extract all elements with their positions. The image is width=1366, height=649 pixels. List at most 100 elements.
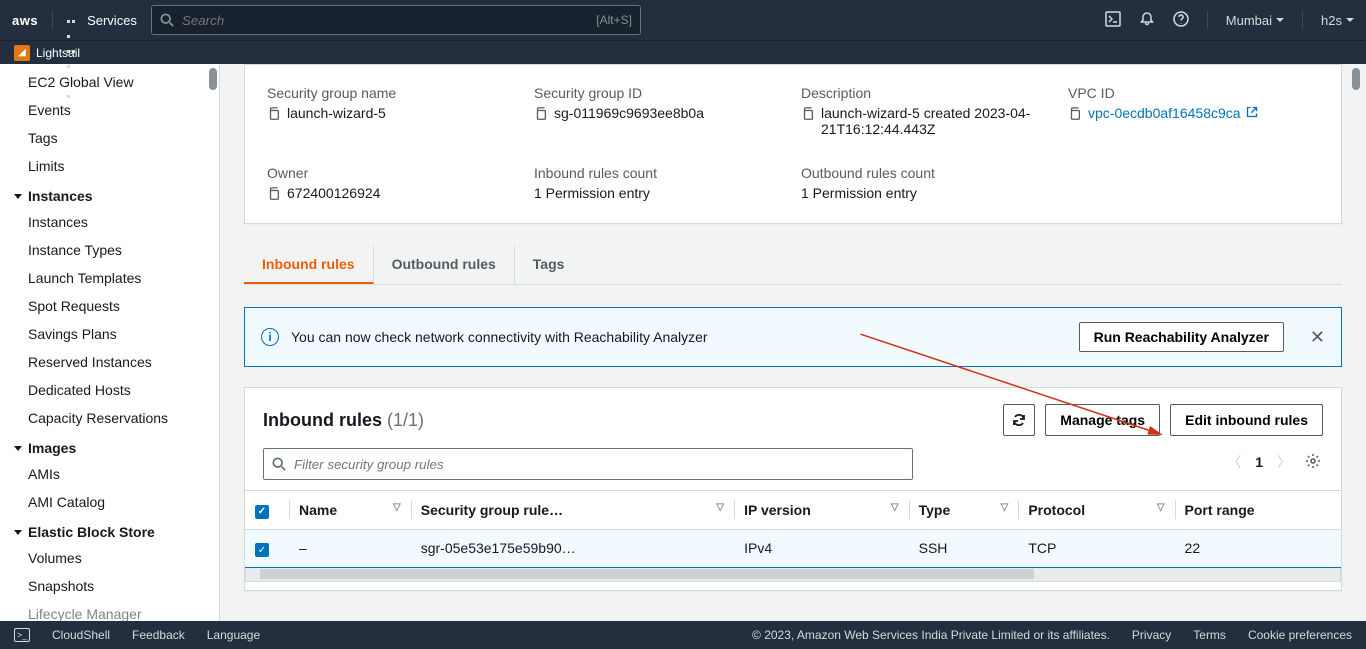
details-panel: Security group name launch-wizard-5 Secu… — [244, 64, 1342, 224]
scrollbar-thumb[interactable] — [209, 68, 217, 90]
caret-down-icon — [14, 530, 22, 535]
search-shortcut: [Alt+S] — [596, 13, 632, 27]
sidebar-group-ebs[interactable]: Elastic Block Store — [0, 516, 219, 544]
close-icon[interactable]: ✕ — [1310, 327, 1325, 348]
search-input[interactable] — [182, 13, 588, 28]
tab-inbound-rules[interactable]: Inbound rules — [244, 246, 374, 284]
services-label: Services — [87, 13, 137, 28]
sidebar-item[interactable]: Volumes — [0, 544, 219, 572]
cloudshell-icon[interactable]: >_ — [14, 628, 30, 642]
divider — [52, 11, 53, 29]
sidebar-group-images[interactable]: Images — [0, 432, 219, 460]
copy-icon[interactable] — [267, 107, 281, 121]
scrollbar-thumb[interactable] — [1352, 68, 1360, 90]
horizontal-scrollbar[interactable] — [245, 568, 1341, 582]
filter-input[interactable] — [294, 457, 904, 472]
tab-outbound-rules[interactable]: Outbound rules — [374, 246, 515, 284]
copy-icon[interactable] — [534, 107, 548, 121]
footer-cookies[interactable]: Cookie preferences — [1248, 628, 1352, 642]
col-name[interactable]: Name▽ — [289, 491, 411, 530]
col-type[interactable]: Type▽ — [909, 491, 1019, 530]
sidebar-item[interactable]: Snapshots — [0, 572, 219, 600]
footer-terms[interactable]: Terms — [1193, 628, 1226, 642]
manage-tags-button[interactable]: Manage tags — [1045, 404, 1160, 436]
cloudshell-launch-icon[interactable] — [1105, 11, 1121, 30]
help-icon[interactable] — [1173, 11, 1189, 30]
aws-logo[interactable]: aws — [12, 13, 38, 28]
services-menu[interactable]: Services — [67, 13, 137, 28]
col-port[interactable]: Port range — [1175, 491, 1341, 530]
sidebar-item[interactable]: Limits — [0, 152, 219, 180]
sidebar-item[interactable]: Savings Plans — [0, 320, 219, 348]
external-link-icon — [1246, 106, 1258, 118]
footer-copyright: © 2023, Amazon Web Services India Privat… — [752, 628, 1110, 642]
info-icon: i — [261, 328, 279, 346]
rules-table: ✓ Name▽ Security group rule…▽ IP version… — [245, 490, 1341, 568]
sidebar-item[interactable]: Spot Requests — [0, 292, 219, 320]
vpc-link[interactable]: vpc-0ecdb0af16458c9ca — [1088, 105, 1258, 121]
field-outbound-count: Outbound rules count 1 Permission entry — [801, 165, 1052, 201]
caret-down-icon — [1276, 18, 1284, 22]
col-sgr[interactable]: Security group rule…▽ — [411, 491, 734, 530]
field-description: Description launch-wizard-5 created 2023… — [801, 85, 1052, 137]
scrollbar-thumb[interactable] — [260, 569, 1034, 579]
caret-down-icon — [1346, 18, 1354, 22]
refresh-button[interactable] — [1003, 404, 1035, 436]
field-vpc-id: VPC ID vpc-0ecdb0af16458c9ca — [1068, 85, 1319, 137]
next-page[interactable]: 〉 — [1277, 452, 1291, 472]
footer-feedback[interactable]: Feedback — [132, 628, 185, 642]
global-search[interactable]: [Alt+S] — [151, 5, 641, 35]
sidebar-item[interactable]: EC2 Global View — [0, 68, 219, 96]
sidebar-item[interactable]: Dedicated Hosts — [0, 376, 219, 404]
region-selector[interactable]: Mumbai — [1226, 13, 1284, 28]
filter-rules[interactable] — [263, 448, 913, 480]
copy-icon[interactable] — [801, 107, 815, 121]
field-sg-id: Security group ID sg-011969c9693ee8b0a — [534, 85, 785, 137]
page-number: 1 — [1255, 454, 1263, 470]
select-all-checkbox[interactable]: ✓ — [255, 505, 269, 519]
footer-language[interactable]: Language — [207, 628, 260, 642]
sidebar-item[interactable]: Capacity Reservations — [0, 404, 219, 432]
tab-tags[interactable]: Tags — [515, 246, 583, 284]
top-nav: aws Services [Alt+S] Mumbai h2s — [0, 0, 1366, 40]
row-checkbox[interactable]: ✓ — [255, 543, 269, 557]
footer: >_ CloudShell Feedback Language © 2023, … — [0, 621, 1366, 649]
notifications-icon[interactable] — [1139, 11, 1155, 30]
search-icon — [272, 457, 286, 471]
sidebar-item[interactable]: Reserved Instances — [0, 348, 219, 376]
sidebar-group-instances[interactable]: Instances — [0, 180, 219, 208]
rules-title: Inbound rules (1/1) — [263, 410, 424, 431]
divider — [1302, 11, 1303, 29]
col-ipv[interactable]: IP version▽ — [734, 491, 908, 530]
tabs: Inbound rules Outbound rules Tags — [244, 246, 1342, 285]
prev-page[interactable]: 〈 — [1227, 452, 1241, 472]
table-row[interactable]: ✓ – sgr-05e53e175e59b90… IPv4 SSH TCP 22 — [245, 529, 1341, 568]
sidebar-item[interactable]: AMIs — [0, 460, 219, 488]
sidebar-item[interactable]: Tags — [0, 124, 219, 152]
copy-icon[interactable] — [267, 187, 281, 201]
lightsail-icon: ◢ — [14, 45, 30, 61]
main-content: Security group name launch-wizard-5 Secu… — [220, 64, 1366, 621]
edit-inbound-rules-button[interactable]: Edit inbound rules — [1170, 404, 1323, 436]
col-proto[interactable]: Protocol▽ — [1018, 491, 1174, 530]
search-icon — [160, 13, 174, 27]
sidebar-item[interactable]: Instance Types — [0, 236, 219, 264]
sidebar-item[interactable]: Instances — [0, 208, 219, 236]
settings-icon[interactable] — [1305, 453, 1321, 472]
sidebar-item[interactable]: Lifecycle Manager — [0, 600, 219, 621]
divider — [1207, 11, 1208, 29]
refresh-icon — [1011, 412, 1027, 428]
inbound-rules-panel: Inbound rules (1/1) Manage tags Edit inb… — [244, 387, 1342, 591]
field-sg-name: Security group name launch-wizard-5 — [267, 85, 518, 137]
footer-privacy[interactable]: Privacy — [1132, 628, 1171, 642]
footer-cloudshell[interactable]: CloudShell — [52, 628, 110, 642]
caret-down-icon — [14, 446, 22, 451]
copy-icon[interactable] — [1068, 107, 1082, 121]
account-menu[interactable]: h2s — [1321, 13, 1354, 28]
field-inbound-count: Inbound rules count 1 Permission entry — [534, 165, 785, 201]
sidebar-item[interactable]: AMI Catalog — [0, 488, 219, 516]
run-reachability-button[interactable]: Run Reachability Analyzer — [1079, 322, 1284, 352]
favorite-lightsail[interactable]: ◢ Lightsail — [14, 45, 80, 61]
sidebar-item[interactable]: Events — [0, 96, 219, 124]
sidebar-item[interactable]: Launch Templates — [0, 264, 219, 292]
